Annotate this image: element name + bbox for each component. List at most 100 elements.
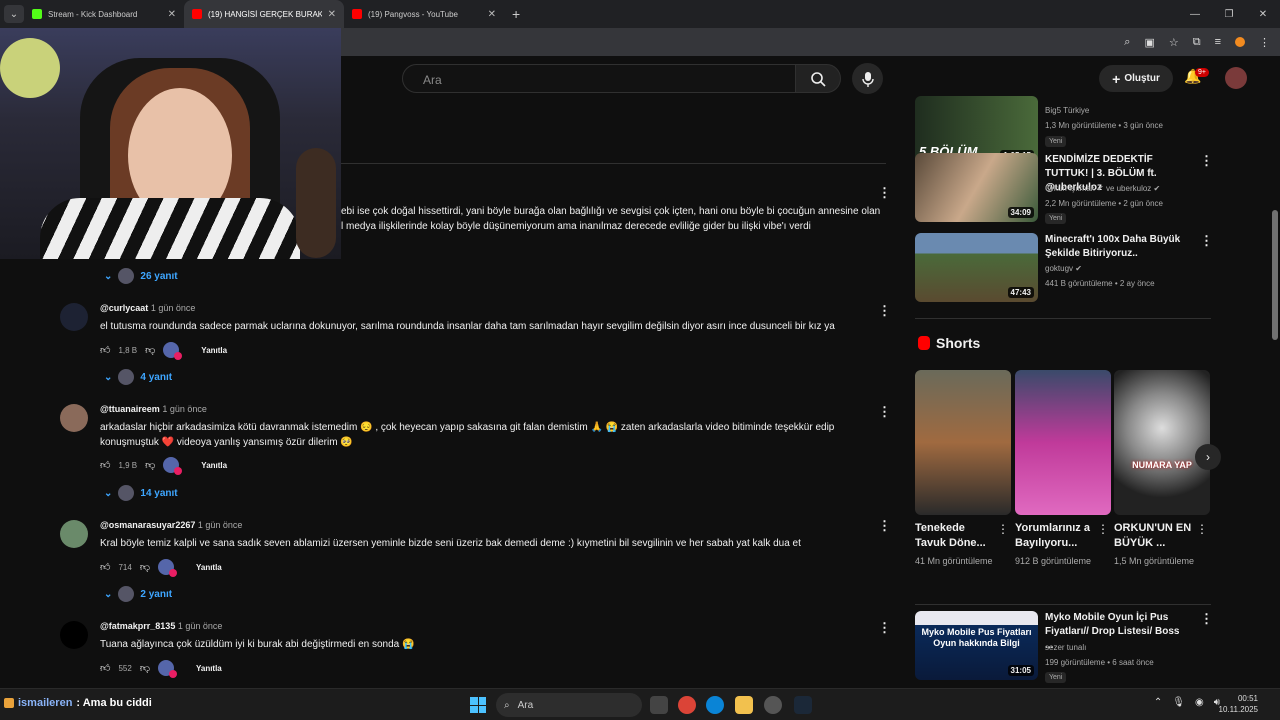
- video-menu-icon[interactable]: ⋮: [1200, 153, 1213, 169]
- video-menu-icon[interactable]: ⋮: [1200, 233, 1213, 249]
- reply-button[interactable]: Yanıtla: [201, 461, 227, 470]
- network-icon[interactable]: ◉: [1195, 697, 1204, 708]
- steam-icon[interactable]: [794, 696, 812, 714]
- search-input[interactable]: Ara: [402, 64, 796, 93]
- shorts-next-button[interactable]: ›: [1195, 444, 1221, 470]
- dislike-icon[interactable]: 👎︎: [145, 459, 155, 471]
- related-video[interactable]: 34:09 KENDİMİZE DEDEKTİF TUTTUK! | 3. BÖ…: [915, 153, 1215, 224]
- system-tray: ⌃ 🎙︎ ◉ 🔊︎: [1154, 697, 1220, 708]
- browser-menu-icon[interactable]: ⋮: [1259, 36, 1270, 49]
- video-thumbnail[interactable]: 34:09: [915, 153, 1038, 222]
- tab-kick-dashboard[interactable]: Stream - Kick Dashboard ✕: [24, 0, 184, 28]
- dislike-icon[interactable]: 👎︎: [140, 662, 150, 674]
- short-menu-icon[interactable]: ⋮: [1196, 522, 1208, 536]
- avatar[interactable]: [60, 621, 88, 649]
- close-icon[interactable]: ✕: [328, 9, 336, 20]
- maximize-button[interactable]: ❐: [1212, 0, 1246, 28]
- short-item[interactable]: Tenekede Tavuk Döne... 41 Mn görüntüleme…: [915, 370, 1011, 568]
- comment-author[interactable]: @osmanarasuyar2267: [100, 520, 195, 530]
- search-button[interactable]: [795, 64, 841, 93]
- tab-title: (19) Pangvoss - YouTube: [368, 9, 458, 19]
- video-title[interactable]: Minecraft'ı 100x Daha Büyük Şekilde Biti…: [1045, 233, 1185, 261]
- short-thumbnail[interactable]: [1015, 370, 1111, 515]
- video-thumbnail[interactable]: Myko Mobile Pus Fiyatları Oyun hakkında …: [915, 611, 1038, 680]
- zoom-icon[interactable]: ⌕: [1124, 36, 1130, 49]
- minimize-button[interactable]: —: [1178, 0, 1212, 28]
- tab-youtube-video[interactable]: (19) HANGİSİ GERÇEK BURAK? ✕: [184, 0, 344, 28]
- creator-heart-icon: [157, 559, 177, 577]
- dislike-icon[interactable]: 👎︎: [145, 344, 155, 356]
- comment-time[interactable]: 1 gün önce: [198, 520, 243, 530]
- extensions-icon[interactable]: ⧉: [1193, 36, 1201, 49]
- tab-search-button[interactable]: ⌄: [4, 5, 24, 23]
- avatar[interactable]: [60, 520, 88, 548]
- clock-date: 10.11.2025: [1218, 705, 1258, 714]
- comment-menu-icon[interactable]: ⋮: [878, 518, 891, 534]
- file-explorer-icon[interactable]: [735, 696, 753, 714]
- page-scrollbar[interactable]: [1272, 210, 1278, 340]
- bookmark-star-icon[interactable]: ☆: [1169, 36, 1179, 49]
- video-thumbnail[interactable]: 47:43: [915, 233, 1038, 302]
- media-icon[interactable]: ≡: [1215, 36, 1221, 48]
- comment-menu-icon[interactable]: ⋮: [878, 404, 891, 420]
- short-item[interactable]: Yorumlarınız a Bayılıyoru... 912 B görün…: [1015, 370, 1111, 568]
- comment-author[interactable]: @ttuanaireem: [100, 404, 160, 414]
- close-icon[interactable]: ✕: [488, 9, 496, 20]
- short-item[interactable]: NUMARA YAP ORKUN'UN EN BÜYÜK ... 1,5 Mn …: [1114, 370, 1210, 568]
- create-button[interactable]: + Oluştur: [1099, 65, 1173, 92]
- cast-icon[interactable]: ▣: [1144, 36, 1154, 49]
- related-video[interactable]: 47:43 Minecraft'ı 100x Daha Büyük Şekild…: [915, 233, 1215, 303]
- comment-time[interactable]: 1 gün önce: [178, 621, 223, 631]
- short-menu-icon[interactable]: ⋮: [997, 522, 1009, 536]
- browser-tab-bar: ⌄ Stream - Kick Dashboard ✕ (19) HANGİSİ…: [0, 0, 1280, 28]
- video-menu-icon[interactable]: ⋮: [1200, 611, 1213, 627]
- new-tab-button[interactable]: +: [512, 6, 520, 22]
- comment-author[interactable]: @curlycaat: [100, 303, 148, 313]
- extension-icon[interactable]: [1235, 37, 1245, 47]
- short-thumbnail[interactable]: [915, 370, 1011, 515]
- comment-menu-icon[interactable]: ⋮: [878, 185, 891, 201]
- like-icon[interactable]: 👍︎: [100, 561, 110, 573]
- microphone-icon[interactable]: 🎙︎: [1172, 697, 1185, 708]
- replies-toggle[interactable]: ⌄ 26 yanıt: [104, 268, 178, 284]
- replies-toggle[interactable]: ⌄ 14 yanıt: [104, 485, 178, 501]
- short-menu-icon[interactable]: ⋮: [1097, 522, 1109, 536]
- reply-button[interactable]: Yanıtla: [201, 346, 227, 355]
- creator-avatar: [118, 485, 135, 501]
- like-icon[interactable]: 👍︎: [100, 662, 110, 674]
- comment-menu-icon[interactable]: ⋮: [878, 620, 891, 636]
- short-title[interactable]: ORKUN'UN EN BÜYÜK ...: [1114, 521, 1192, 551]
- avatar[interactable]: [60, 303, 88, 331]
- short-title[interactable]: Yorumlarınız a Bayılıyoru...: [1015, 521, 1093, 551]
- reply-button[interactable]: Yanıtla: [196, 664, 222, 673]
- obs-icon[interactable]: [764, 696, 782, 714]
- comment-time[interactable]: 1 gün önce: [162, 404, 207, 414]
- windows-start-icon[interactable]: [470, 697, 486, 713]
- replies-toggle[interactable]: ⌄ 4 yanıt: [104, 369, 172, 385]
- voice-search-button[interactable]: [852, 63, 883, 94]
- like-icon[interactable]: 👍︎: [100, 459, 110, 471]
- dislike-icon[interactable]: 👎︎: [140, 561, 150, 573]
- task-view-icon[interactable]: [650, 696, 668, 714]
- related-video[interactable]: Myko Mobile Pus Fiyatları Oyun hakkında …: [915, 611, 1215, 683]
- replies-toggle[interactable]: ⌄ 2 yanıt: [104, 586, 172, 602]
- video-channel: Orkun Işıtmak ✔ ve uberkuloz ✔: [1045, 184, 1161, 193]
- comment-menu-icon[interactable]: ⋮: [878, 303, 891, 319]
- edge-icon[interactable]: [706, 696, 724, 714]
- close-window-button[interactable]: ✕: [1246, 0, 1280, 28]
- comment-author[interactable]: @fatmakprr_8135: [100, 621, 175, 631]
- chrome-icon[interactable]: [678, 696, 696, 714]
- taskbar-search[interactable]: ⌕ Ara: [496, 693, 642, 717]
- chevron-up-icon[interactable]: ⌃: [1154, 697, 1162, 708]
- short-thumbnail[interactable]: NUMARA YAP: [1114, 370, 1210, 515]
- search-icon: ⌕: [504, 699, 510, 711]
- reply-button[interactable]: Yanıtla: [196, 563, 222, 572]
- comment-time[interactable]: 1 gün önce: [151, 303, 196, 313]
- close-icon[interactable]: ✕: [168, 9, 176, 20]
- like-icon[interactable]: 👍︎: [100, 344, 110, 356]
- tab-youtube-channel[interactable]: (19) Pangvoss - YouTube ✕: [344, 0, 504, 28]
- taskbar-clock[interactable]: 00:51 10.11.2025: [1219, 693, 1258, 715]
- short-title[interactable]: Tenekede Tavuk Döne...: [915, 521, 993, 551]
- avatar[interactable]: [60, 404, 88, 432]
- account-avatar[interactable]: [1225, 67, 1247, 89]
